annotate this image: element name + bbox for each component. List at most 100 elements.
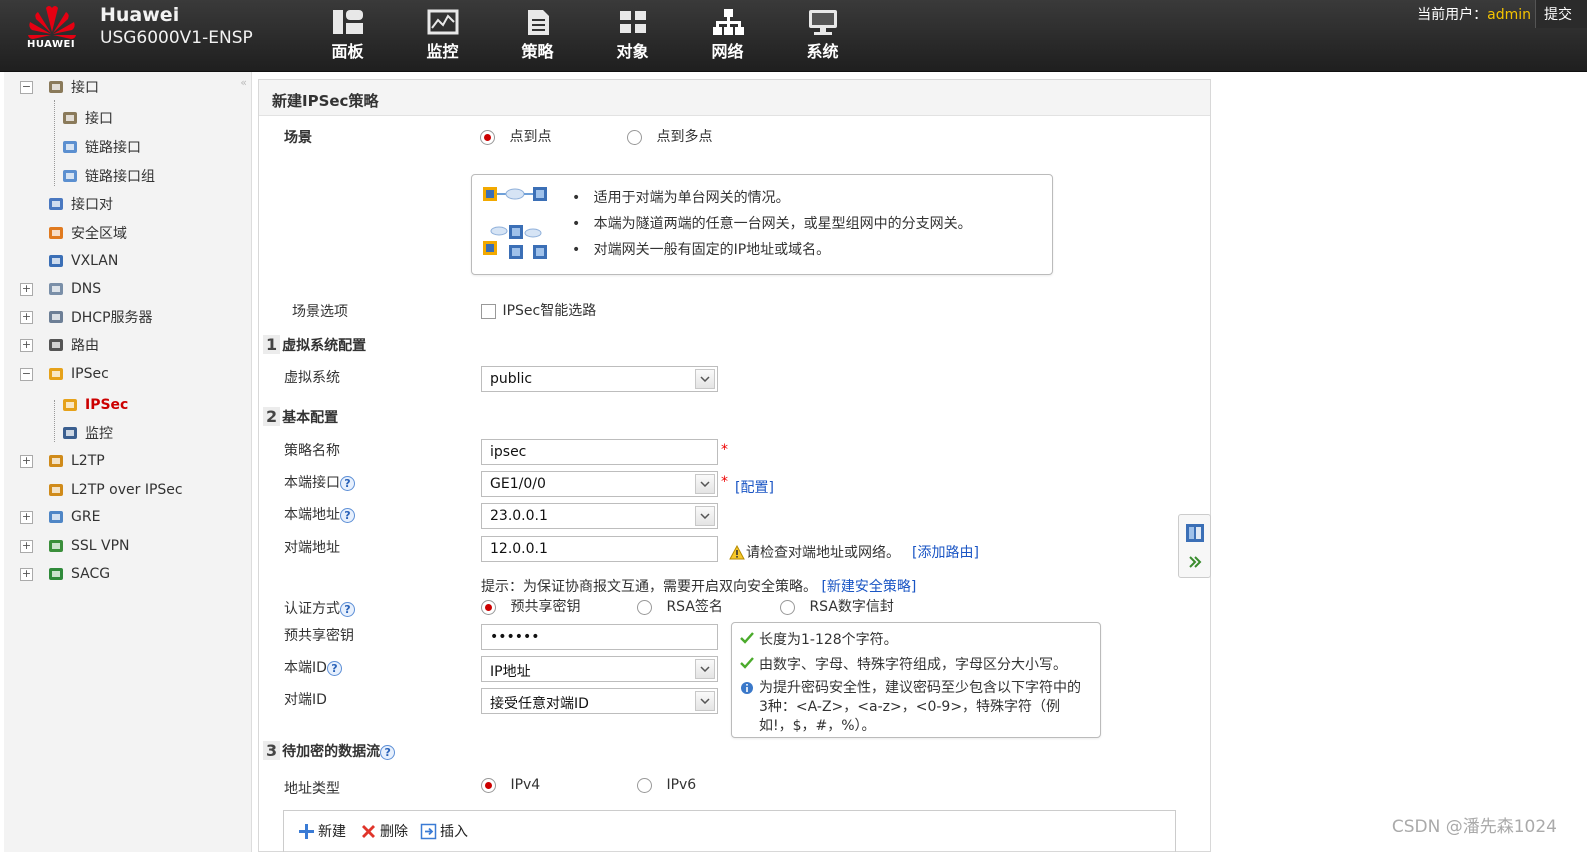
hint-text: 提示：为保证协商报文互通，需要开启双向安全策略。: [481, 579, 817, 595]
local-addr-value: 23.0.0.1: [490, 508, 548, 524]
dashboard-icon: [332, 10, 363, 34]
auth-radio-rsa-envelope[interactable]: RSA数字信封: [780, 596, 894, 616]
sidebar-item[interactable]: + GRE: [20, 506, 100, 528]
addr-type-option-label: IPv6: [666, 777, 697, 793]
sidebar-item[interactable]: 接口: [61, 107, 113, 129]
expand-icon[interactable]: +: [20, 310, 33, 324]
security-zone-icon: [47, 224, 65, 242]
sidebar-item[interactable]: 接口对: [20, 193, 113, 215]
scene-info-box: • 适用于对端为单台网关的情况。 • 本端为隧道两端的任意一台网关，或星型组网中…: [471, 174, 1053, 275]
nav-label: 面板: [331, 42, 364, 61]
collapse-icon[interactable]: −: [20, 80, 33, 94]
dns-icon: [47, 280, 65, 298]
peer-id-select[interactable]: 接受任意对端ID: [481, 688, 718, 714]
sidebar-item-label: DHCP服务器: [71, 310, 153, 326]
sidebar-item[interactable]: 链路接口: [61, 136, 141, 158]
help-icon[interactable]: ?: [340, 601, 355, 617]
nav-dashboard[interactable]: 面板: [300, 8, 395, 62]
help-icon[interactable]: ?: [340, 475, 355, 491]
nav-network[interactable]: 网络: [680, 8, 775, 62]
dataflow-toolbar: 新建 删除 插入: [283, 810, 1176, 852]
sidebar-item[interactable]: + 路由: [20, 334, 99, 356]
expand-icon[interactable]: +: [20, 454, 33, 468]
chevron-down-icon[interactable]: [695, 369, 715, 389]
help-icon[interactable]: ?: [380, 744, 396, 760]
section-title: 基本配置: [282, 410, 339, 426]
monitor-icon: [427, 9, 458, 35]
collapse-sidebar-icon[interactable]: «: [240, 76, 247, 89]
local-id-select[interactable]: IP地址: [481, 656, 718, 682]
sidebar-item[interactable]: + SACG: [20, 563, 110, 585]
sidebar-item[interactable]: 监控: [61, 422, 113, 444]
addr-type-radio-ipv4[interactable]: IPv4: [481, 777, 540, 793]
local-if-value: GE1/0/0: [490, 476, 546, 492]
sidebar-item[interactable]: − 接口: [20, 76, 99, 98]
chevron-down-icon[interactable]: [695, 691, 715, 711]
check-icon: [740, 657, 754, 669]
delete-icon: [362, 824, 375, 838]
config-link[interactable]: [配置]: [735, 477, 774, 497]
sidebar-item[interactable]: VXLAN: [20, 250, 118, 272]
scene-info-item: • 适用于对端为单台网关的情况。: [572, 190, 790, 206]
sidebar-item[interactable]: IPSec: [61, 394, 128, 416]
expand-icon[interactable]: +: [20, 539, 33, 553]
vsys-select[interactable]: public: [481, 366, 718, 392]
new-security-policy-link[interactable]: [新建安全策略]: [821, 579, 916, 595]
insert-icon: [420, 823, 437, 839]
nav-policy[interactable]: 策略: [490, 8, 585, 62]
expand-icon[interactable]: +: [20, 510, 33, 524]
peer-addr-input[interactable]: 12.0.0.1: [481, 536, 718, 562]
auth-radio-rsa-sign[interactable]: RSA签名: [637, 596, 723, 616]
commit-button[interactable]: 提交: [1535, 0, 1587, 28]
psk-tip: 长度为1-128个字符。: [740, 629, 1100, 649]
addr-type-radio-ipv6[interactable]: IPv6: [637, 777, 696, 793]
nav-object[interactable]: 对象: [585, 8, 680, 62]
side-panel-handle[interactable]: [1178, 514, 1211, 578]
section-number: 2: [263, 407, 281, 426]
sidebar-item[interactable]: 安全区域: [20, 222, 127, 244]
radio-icon: [481, 599, 496, 615]
sidebar-item-label: 链路接口组: [85, 169, 155, 185]
sidebar-item[interactable]: − IPSec: [20, 363, 109, 385]
sidebar-item[interactable]: L2TP over IPSec: [20, 479, 183, 501]
required-mark: *: [721, 474, 728, 490]
collapse-icon[interactable]: −: [20, 367, 33, 381]
new-button[interactable]: 新建: [298, 821, 346, 841]
local-if-select[interactable]: GE1/0/0: [481, 471, 718, 497]
vsys-value: public: [490, 371, 533, 387]
scene-radio-p2p[interactable]: 点到点: [480, 126, 551, 146]
auth-radio-psk[interactable]: 预共享密钥: [481, 596, 580, 616]
psk-input[interactable]: ••••••: [481, 624, 718, 650]
radio-icon: [637, 599, 652, 615]
help-icon[interactable]: ?: [340, 507, 355, 523]
add-route-link[interactable]: [添加路由]: [912, 542, 979, 562]
scene-radio-p2mp[interactable]: 点到多点: [627, 126, 712, 146]
nav-system[interactable]: 系统: [775, 8, 870, 62]
expand-icon[interactable]: +: [20, 282, 33, 296]
user-name[interactable]: admin: [1487, 7, 1531, 23]
policy-name-input[interactable]: ipsec: [481, 439, 718, 465]
nav-monitor[interactable]: 监控: [395, 8, 490, 62]
tree-line: [54, 100, 55, 186]
main-nav: 面板 监控 策略 对象 网络 系统: [300, 8, 870, 62]
local-addr-select[interactable]: 23.0.0.1: [481, 503, 718, 529]
chevron-down-icon[interactable]: [695, 474, 715, 494]
expand-icon[interactable]: +: [20, 567, 33, 581]
smart-route-checkbox[interactable]: IPSec智能选路: [481, 300, 596, 320]
expand-icon[interactable]: +: [20, 338, 33, 352]
sidebar-item-label: DNS: [71, 281, 102, 297]
l2tp-icon: [47, 452, 65, 470]
sidebar-item[interactable]: + L2TP: [20, 450, 105, 472]
chevron-down-icon[interactable]: [695, 659, 715, 679]
help-icon[interactable]: ?: [326, 660, 342, 676]
sidebar-item[interactable]: 链路接口组: [61, 165, 155, 187]
chevron-down-icon[interactable]: [695, 506, 715, 526]
section-basic-title: 2 基本配置: [263, 407, 338, 427]
sidebar-item[interactable]: + DHCP服务器: [20, 306, 153, 328]
link-interface-group-icon: [61, 167, 79, 185]
sidebar-item[interactable]: + DNS: [20, 278, 101, 300]
sidebar-item[interactable]: + SSL VPN: [20, 535, 130, 557]
insert-button[interactable]: 插入: [420, 821, 468, 841]
delete-button[interactable]: 删除: [360, 821, 408, 841]
topology-diagram-icon: [483, 187, 547, 259]
